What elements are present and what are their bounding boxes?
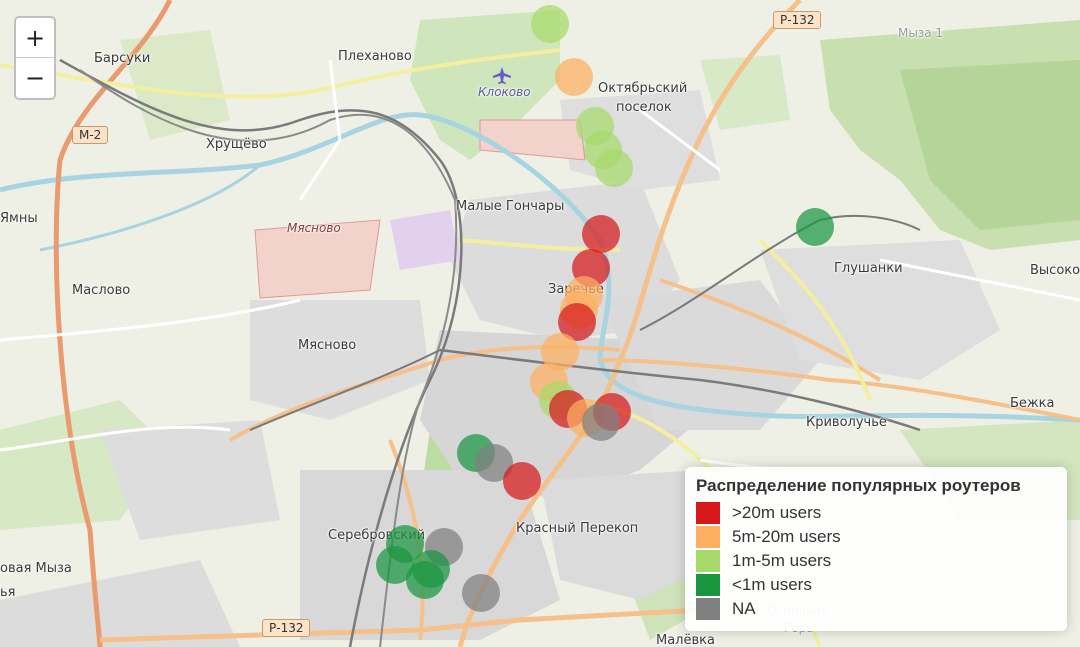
place-label: Мясново	[287, 221, 341, 235]
place-label: ья	[0, 585, 16, 600]
router-marker[interactable]	[406, 561, 444, 599]
legend-item-5m-20m: 5m-20m users	[696, 525, 1056, 549]
router-marker[interactable]	[796, 208, 834, 246]
place-label: Глушанки	[834, 261, 903, 276]
router-marker[interactable]	[462, 574, 500, 612]
zoom-control: + −	[14, 16, 56, 100]
road-shield: Р-132	[773, 11, 822, 29]
legend-swatch	[696, 502, 720, 524]
legend: Распределение популярных роутеров >20m u…	[685, 467, 1067, 631]
zoom-out-button[interactable]: −	[16, 58, 54, 98]
road-shield: М-2	[72, 126, 109, 144]
place-label: Красный Перекоп	[516, 521, 639, 536]
place-label: Маслово	[72, 283, 131, 298]
legend-label: 1m-5m users	[732, 551, 832, 570]
place-label: Высоко	[1030, 263, 1080, 278]
place-label: Плеханово	[338, 49, 412, 64]
place-label: Бежка	[1010, 396, 1055, 411]
legend-label: <1m users	[732, 575, 812, 594]
legend-swatch	[696, 526, 720, 548]
router-marker[interactable]	[582, 215, 620, 253]
legend-item-na: NA	[696, 597, 1056, 621]
legend-item-1m-5m: 1m-5m users	[696, 549, 1056, 573]
place-label: поселок	[616, 100, 672, 115]
place-label: Малёвка	[656, 633, 715, 647]
legend-title: Распределение популярных роутеров	[696, 476, 1021, 495]
router-marker[interactable]	[555, 58, 593, 96]
place-label: Барсуки	[94, 51, 151, 66]
legend-label: NA	[732, 599, 756, 618]
legend-swatch	[696, 574, 720, 596]
place-label: Мыза 1	[898, 26, 944, 40]
legend-swatch	[696, 598, 720, 620]
zoom-in-button[interactable]: +	[16, 18, 54, 58]
router-marker[interactable]	[582, 403, 620, 441]
map-container[interactable]: Барсуки Плеханово Клоково Октябрьский посело…	[0, 0, 1080, 647]
legend-swatch	[696, 550, 720, 572]
router-marker[interactable]	[531, 5, 569, 43]
router-marker[interactable]	[503, 462, 541, 500]
road-shield: Р-132	[262, 619, 311, 637]
place-label: Мясново	[298, 338, 357, 353]
legend-label: 5m-20m users	[732, 527, 841, 546]
legend-item-gt20m: >20m users	[696, 501, 1056, 525]
legend-item-lt1m: <1m users	[696, 573, 1056, 597]
place-label: овая Мыза	[0, 561, 72, 576]
place-label: Хрущёво	[206, 137, 267, 152]
legend-label: >20m users	[732, 503, 822, 522]
place-label: Октябрьский	[598, 81, 688, 96]
place-label: Клоково	[478, 85, 531, 99]
place-label: Криволучье	[806, 415, 887, 430]
place-label: Ямны	[0, 211, 38, 226]
router-marker[interactable]	[584, 131, 622, 169]
place-label: Малые Гончары	[456, 199, 565, 214]
